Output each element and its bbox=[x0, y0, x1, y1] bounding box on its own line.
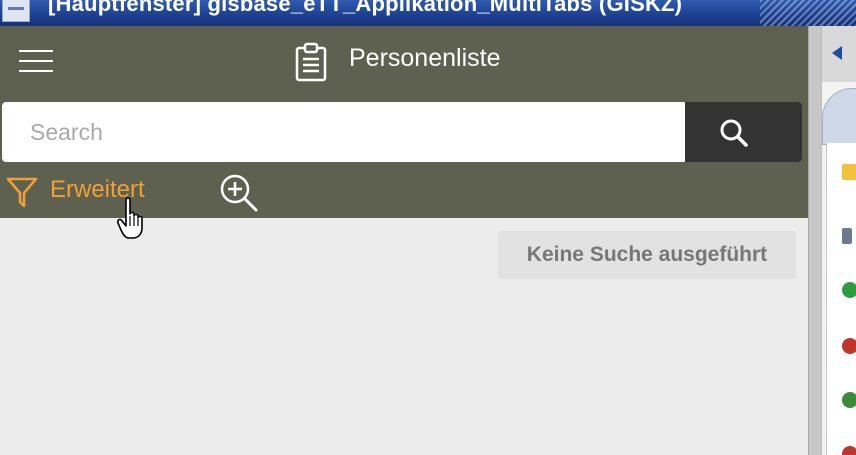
window-titlebar[interactable]: [Hauptfenster] gisbase_eTT_Applikation_M… bbox=[0, 0, 856, 26]
status-red-icon[interactable] bbox=[842, 338, 856, 354]
window-title: [Hauptfenster] gisbase_eTT_Applikation_M… bbox=[48, 0, 683, 16]
right-panel-tab[interactable] bbox=[822, 88, 856, 145]
zoom-in-icon[interactable] bbox=[218, 172, 260, 214]
clipboard-icon bbox=[295, 42, 327, 82]
right-panel-header bbox=[822, 26, 856, 82]
status-green-icon[interactable] bbox=[842, 282, 856, 298]
page-title: Personenliste bbox=[349, 44, 501, 72]
right-panel bbox=[822, 26, 856, 455]
refresh-icon[interactable] bbox=[842, 392, 856, 408]
funnel-icon bbox=[6, 177, 38, 208]
star-icon[interactable] bbox=[842, 164, 856, 180]
search-icon bbox=[720, 119, 748, 147]
panel-splitter[interactable] bbox=[808, 26, 822, 455]
status-badge: Keine Suche ausgeführt bbox=[498, 231, 796, 279]
panel-header: Personenliste Erweitert bbox=[0, 26, 808, 218]
edit-icon[interactable] bbox=[842, 228, 852, 244]
person-list-panel: Personenliste Erweitert Keine Suche ausg… bbox=[0, 26, 808, 455]
right-panel-list bbox=[826, 143, 856, 455]
search-input[interactable] bbox=[2, 102, 685, 162]
app-icon bbox=[2, 0, 30, 22]
advanced-filter-label: Erweitert bbox=[50, 176, 145, 203]
status-red-icon-2[interactable] bbox=[842, 446, 856, 455]
titlebar-grip bbox=[760, 0, 856, 26]
search-button[interactable] bbox=[685, 102, 802, 162]
collapse-left-icon[interactable] bbox=[832, 46, 842, 60]
hamburger-icon[interactable] bbox=[19, 50, 53, 74]
